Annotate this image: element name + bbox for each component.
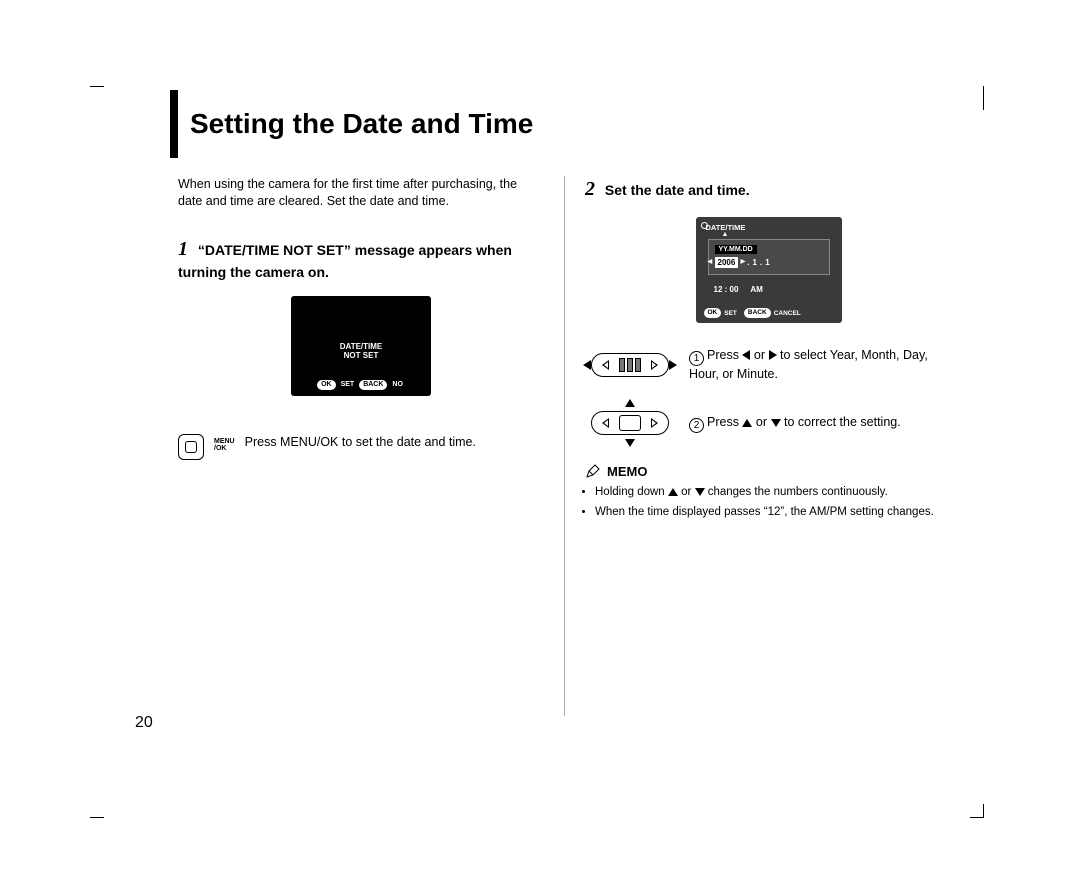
up-arrow-icon	[742, 419, 752, 427]
memo-item-1: Holding down or changes the numbers cont…	[595, 485, 952, 501]
instruction-row-2: 2Press or to correct the setting.	[585, 401, 952, 445]
circled-2-icon: 2	[689, 418, 704, 433]
lcd-ok-pill: OK	[317, 380, 336, 390]
lcd2-day: 1	[765, 258, 769, 267]
step1-instruction-text: Press MENU/OK to set the date and time.	[245, 434, 476, 451]
menu-ok-button-icon	[178, 434, 204, 460]
page-number: 20	[135, 714, 153, 732]
memo-heading: MEMO	[585, 463, 952, 479]
manual-page: Setting the Date and Time When using the…	[170, 90, 960, 716]
up-indicator-icon: ▲	[722, 231, 729, 238]
step2-heading-text: Set the date and time.	[605, 182, 750, 198]
lcd1-bottom-bar: OK SET BACK NO	[291, 380, 431, 390]
lcd2-year: 2006	[715, 257, 739, 268]
lcd-no-label: NO	[390, 380, 405, 390]
lcd2-ampm: AM	[750, 285, 762, 294]
menu-ok-instruction: MENU /OK Press MENU/OK to set the date a…	[178, 434, 544, 460]
lcd1-line2: NOT SET	[291, 351, 431, 361]
lcd-set-label: SET	[724, 310, 737, 317]
lcd1-line1: DATE/TIME	[291, 342, 431, 352]
camera-lcd-datetime: DATE/TIME ▲ YY.MM.DD 2006 . 1 . 1 12	[696, 217, 842, 323]
lcd2-format: YY.MM.DD	[715, 245, 757, 254]
circled-1-icon: 1	[689, 351, 704, 366]
lcd-back-pill: BACK	[359, 380, 387, 390]
lcd2-month: 1	[753, 258, 757, 267]
lcd2-bottom-bar: OK SET BACK CANCEL	[704, 308, 834, 318]
down-arrow-icon	[695, 488, 705, 496]
crop-mark	[90, 86, 104, 100]
memo-label: MEMO	[607, 464, 647, 479]
lcd2-time: 12 : 00	[714, 285, 739, 294]
header: Setting the Date and Time	[170, 90, 960, 158]
page-title: Setting the Date and Time	[190, 108, 533, 140]
instruction-row-1: 1Press or to select Year, Month, Day, Ho…	[585, 343, 952, 387]
crop-mark	[970, 86, 984, 110]
crop-mark	[90, 804, 104, 818]
lcd-back-pill: BACK	[744, 308, 771, 318]
pencil-icon	[585, 463, 601, 479]
dpad-horizontal-icon	[585, 343, 675, 387]
lcd-cancel-label: CANCEL	[774, 310, 801, 317]
dpad-vertical-icon	[585, 401, 675, 445]
lcd2-panel: YY.MM.DD 2006 . 1 . 1	[708, 239, 830, 275]
down-arrow-icon	[771, 419, 781, 427]
step1-heading: 1 “DATE/TIME NOT SET” message appears wh…	[178, 236, 544, 282]
left-column: When using the camera for the first time…	[170, 176, 565, 716]
step2-heading: 2 Set the date and time.	[585, 176, 952, 203]
menu-ok-label: MENU /OK	[214, 434, 235, 453]
lcd-ok-pill: OK	[704, 308, 722, 318]
instruction1-text: 1Press or to select Year, Month, Day, Ho…	[689, 347, 952, 383]
memo-list: Holding down or changes the numbers cont…	[585, 485, 952, 520]
lcd-set-label: SET	[339, 380, 357, 390]
step-number: 2	[585, 178, 595, 200]
step1-heading-text: “DATE/TIME NOT SET” message appears when…	[178, 242, 512, 280]
memo-item-2: When the time displayed passes “12”, the…	[595, 505, 952, 521]
instruction2-text: 2Press or to correct the setting.	[689, 414, 901, 433]
up-arrow-icon	[668, 488, 678, 496]
right-arrow-icon	[769, 350, 777, 360]
intro-text: When using the camera for the first time…	[178, 176, 544, 210]
right-column: 2 Set the date and time. DATE/TIME ▲ YY.…	[565, 176, 960, 716]
step-number: 1	[178, 238, 188, 260]
camera-lcd-not-set: DATE/TIME NOT SET OK SET BACK NO	[291, 296, 431, 396]
crop-mark	[970, 804, 984, 818]
